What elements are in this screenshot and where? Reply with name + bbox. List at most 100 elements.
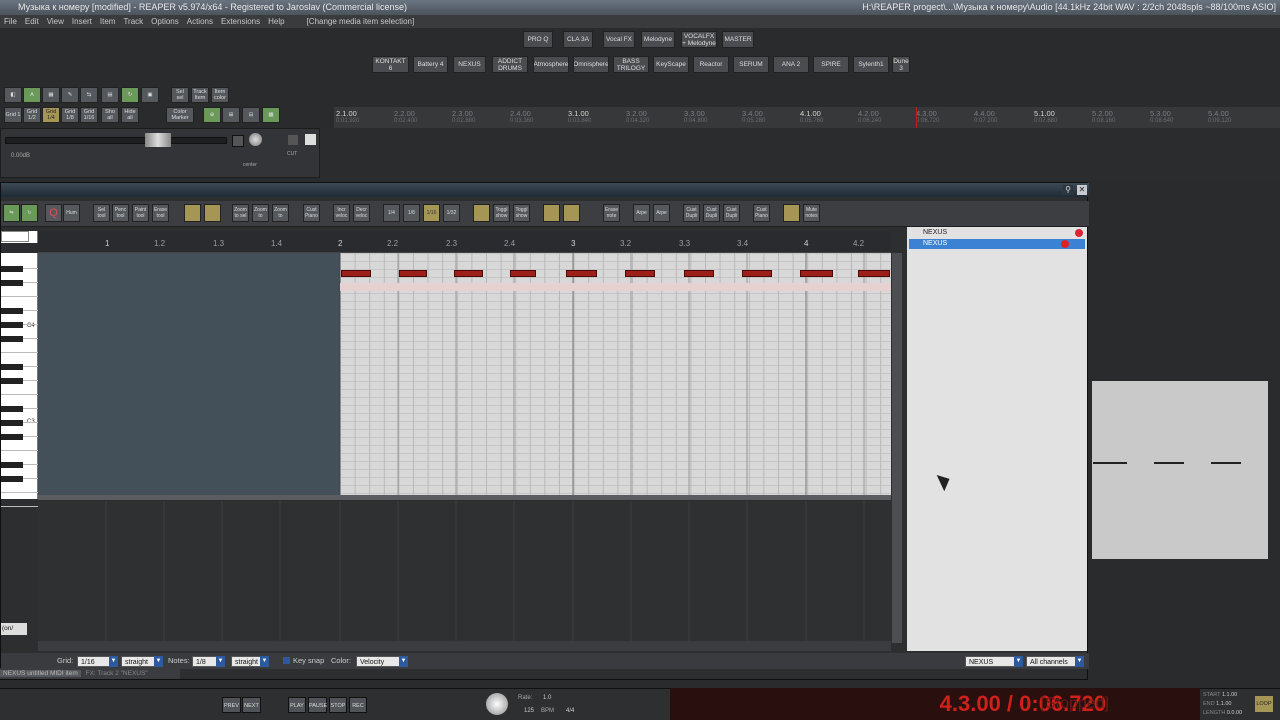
hide-all-button[interactable]: Hide all xyxy=(121,107,139,123)
toolbar-icon[interactable]: ⇆ xyxy=(80,87,98,103)
toolbar-icon[interactable]: ▩ xyxy=(262,107,280,123)
toolbar-icon[interactable]: ▤ xyxy=(101,87,119,103)
fx-button-pro-q[interactable]: PRO Q xyxy=(523,31,553,48)
erase-note-button[interactable]: Erase note xyxy=(603,204,620,222)
decr-velocity-button[interactable]: Decr veloc xyxy=(353,204,370,222)
cust-dupli-button-3[interactable]: Cust Dupli xyxy=(723,204,740,222)
fx-button-serum[interactable]: SERUM xyxy=(733,56,769,73)
menu-file[interactable]: File xyxy=(0,15,21,28)
start-value[interactable]: 1.1.00 xyxy=(1222,692,1237,698)
toolbar-icon[interactable]: A xyxy=(23,87,41,103)
grid-1-8-button[interactable]: Grid 1/8 xyxy=(61,107,79,123)
next-button[interactable]: NEXT xyxy=(242,697,261,713)
fx-button-cla-3a[interactable]: CLA 3A xyxy=(563,31,593,48)
midi-note[interactable] xyxy=(399,270,427,277)
midi-note[interactable] xyxy=(684,270,714,277)
loop-button[interactable]: LOOP xyxy=(1255,696,1273,712)
sel-sel-button[interactable]: Sel sel xyxy=(171,87,189,103)
zoom-to-sel-button[interactable]: Zoom to sel xyxy=(232,204,249,222)
rate-value[interactable]: 1.0 xyxy=(543,695,551,701)
grid-1-16-button[interactable]: Grid 1/16 xyxy=(80,107,98,123)
toolbar-icon[interactable]: ◧ xyxy=(4,87,22,103)
erase-tool-button[interactable]: Erase tool xyxy=(152,204,169,222)
bpm-value[interactable]: 125 xyxy=(524,708,534,714)
toolbar-icon[interactable]: ⊞ xyxy=(222,107,240,123)
menu-edit[interactable]: Edit xyxy=(21,15,43,28)
cust-piano-button-2[interactable]: Cust Piano xyxy=(753,204,770,222)
fx-button-reactor[interactable]: Reactor xyxy=(693,56,729,73)
fx-button-vocalfx-melodyne[interactable]: VOCALFX + Melodyne xyxy=(681,31,717,48)
pan-knob[interactable] xyxy=(249,133,262,146)
piano-white-key[interactable] xyxy=(1,381,38,395)
loop-icon[interactable]: ↻ xyxy=(21,204,38,222)
midi-note[interactable] xyxy=(625,270,655,277)
zoom-to-button[interactable]: Zoom to xyxy=(252,204,269,222)
quant-1-32-button[interactable]: 1/32 xyxy=(443,204,460,222)
arpeggio-button-2[interactable]: Arpe xyxy=(653,204,670,222)
fx-button-bass-trilogy[interactable]: BASS TRILOGY xyxy=(613,56,649,73)
show-all-button[interactable]: Sho all xyxy=(101,107,119,123)
volume-knob[interactable] xyxy=(486,693,508,715)
media-item-preview[interactable] xyxy=(1092,381,1268,559)
hum-button[interactable]: Hum xyxy=(63,204,80,222)
toolbar-icon[interactable] xyxy=(204,204,221,222)
fx-button-omnisphere[interactable]: Omnisphere xyxy=(573,56,609,73)
track-list-item-selected[interactable]: NEXUS xyxy=(909,239,1085,249)
fx-button-ana2[interactable]: ANA 2 xyxy=(773,56,809,73)
arpeggio-button[interactable]: Arpe xyxy=(633,204,650,222)
tab-midi-item[interactable]: NEXUS untitled MIDI item xyxy=(0,670,81,677)
menu-view[interactable]: View xyxy=(43,15,68,28)
lane-divider[interactable] xyxy=(38,495,891,500)
notes-select[interactable]: 1/8 xyxy=(192,656,225,667)
cust-dupli-button[interactable]: Cust Dupli xyxy=(683,204,700,222)
toolbar-icon[interactable] xyxy=(184,204,201,222)
quant-1-4-button[interactable]: 1/4 xyxy=(383,204,400,222)
time-display[interactable]: 4.3.00 / 0:06.720 [Stopped] xyxy=(670,688,1200,720)
menu-options[interactable]: Options xyxy=(147,15,183,28)
cust-piano-button[interactable]: Cust Piano xyxy=(303,204,320,222)
io-icon[interactable] xyxy=(232,135,244,147)
toolbar-icon[interactable]: ⇆ xyxy=(3,204,20,222)
track-list-item[interactable]: NEXUS xyxy=(909,228,1085,238)
end-value[interactable]: 1.1.00 xyxy=(1216,701,1231,707)
pencil-tool-button[interactable]: Penc tool xyxy=(112,204,129,222)
midi-note[interactable] xyxy=(454,270,483,277)
fx-button-keyscape[interactable]: KeyScape xyxy=(653,56,689,73)
note-name-field[interactable] xyxy=(1,231,29,242)
close-icon[interactable]: ✕ xyxy=(1077,185,1087,195)
time-signature[interactable]: 4/4 xyxy=(566,708,574,714)
quant-1-8-button[interactable]: 1/8 xyxy=(403,204,420,222)
arrange-ruler[interactable]: 2.1.00 0:01.920 2.2.00 0:02.400 2.3.00 0:02… xyxy=(334,107,1280,129)
piano-white-key[interactable] xyxy=(1,493,38,507)
menu-actions[interactable]: Actions xyxy=(183,15,217,28)
loop-icon[interactable]: ↻ xyxy=(121,87,139,103)
horizontal-scrollbar[interactable] xyxy=(38,641,891,651)
zoom-to-button-2[interactable]: Zoom to xyxy=(272,204,289,222)
fx-button-melodyne[interactable]: Melodyne xyxy=(641,31,675,48)
cc-lane[interactable] xyxy=(38,501,891,641)
rec-button[interactable]: REC xyxy=(349,697,367,713)
midi-ruler[interactable]: 1 1.2 1.3 1.4 2 2.2 2.3 2.4 3 3.2 3.3 3.… xyxy=(38,231,891,253)
color-select[interactable]: Velocity xyxy=(356,656,408,667)
fx-button-spire[interactable]: SPIRE xyxy=(813,56,849,73)
menu-help[interactable]: Help xyxy=(264,15,288,28)
fx-button-master[interactable]: MASTER xyxy=(722,31,754,48)
grid-select[interactable]: 1/16 xyxy=(77,656,118,667)
midi-note[interactable] xyxy=(341,270,371,277)
mute-notes-button[interactable]: Mute notes xyxy=(803,204,820,222)
paint-tool-button[interactable]: Paint tool xyxy=(132,204,149,222)
quant-1-16-button[interactable]: 1/16 xyxy=(423,204,440,222)
track-select[interactable]: NEXUS xyxy=(965,656,1023,667)
toolbar-icon[interactable] xyxy=(473,204,490,222)
fx-button-addict-drums[interactable]: ADDICT DRUMS xyxy=(492,56,528,73)
volume-fader-track[interactable] xyxy=(5,137,227,144)
toolbar-icon[interactable]: ⊕ xyxy=(203,107,221,123)
phase-icon[interactable] xyxy=(288,135,298,145)
fx-button-battery[interactable]: Battery 4 xyxy=(413,56,448,73)
toolbar-icon[interactable] xyxy=(543,204,560,222)
toolbar-icon[interactable] xyxy=(563,204,580,222)
toolbar-icon[interactable]: ⊟ xyxy=(242,107,260,123)
fx-icon[interactable] xyxy=(305,134,316,145)
pause-button[interactable]: PAUSE xyxy=(308,697,327,713)
fx-button-vocal-fx[interactable]: Vocal FX xyxy=(603,31,635,48)
